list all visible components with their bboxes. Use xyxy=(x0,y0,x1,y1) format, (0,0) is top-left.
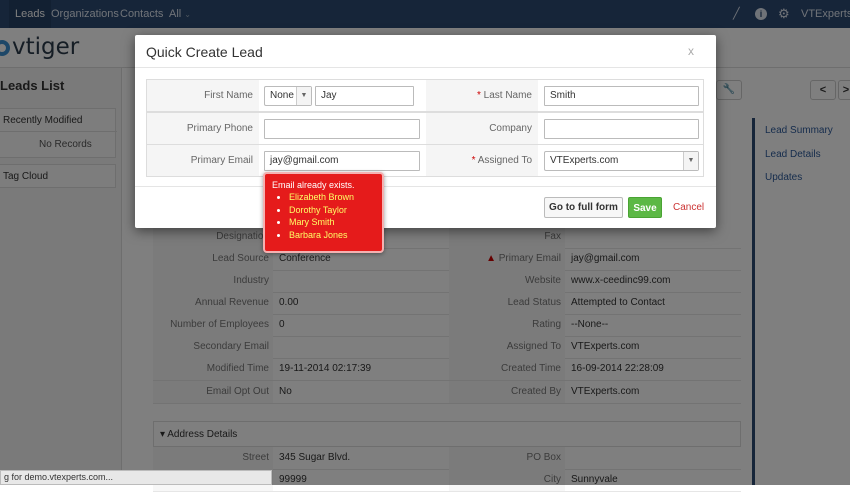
first-name-input[interactable]: Jay xyxy=(315,86,414,106)
primary-phone-input[interactable] xyxy=(264,119,420,139)
go-to-full-form-button[interactable]: Go to full form xyxy=(544,197,623,218)
primary-phone-label: Primary Phone xyxy=(147,113,259,144)
duplicate-lead-link[interactable]: Barbara Jones xyxy=(289,229,354,242)
duplicate-lead-link[interactable]: Dorothy Taylor xyxy=(289,204,354,217)
assigned-to-select[interactable]: VTExperts.com ▼ xyxy=(544,151,699,171)
divider xyxy=(135,67,716,68)
company-label: Company xyxy=(426,113,538,144)
first-name-cell: None ▼ Jay xyxy=(259,80,426,111)
duplicate-lead-link[interactable]: Mary Smith xyxy=(289,216,354,229)
primary-email-label: Primary Email xyxy=(147,145,259,176)
form-row: First Name None ▼ Jay * Last Name Smith xyxy=(146,79,704,112)
form-row: Primary Email jay@gmail.com * Assigned T… xyxy=(146,144,704,177)
salutation-select[interactable]: None ▼ xyxy=(264,86,312,106)
last-name-cell: Smith xyxy=(538,80,703,111)
last-name-input[interactable]: Smith xyxy=(544,86,699,106)
divider xyxy=(135,186,716,187)
browser-status-bar: g for demo.vtexperts.com... xyxy=(0,470,272,485)
cancel-link[interactable]: Cancel xyxy=(673,202,704,213)
popover-title: Email already exists. xyxy=(272,180,355,190)
chevron-down-icon: ▼ xyxy=(296,87,311,105)
dialog-title: Quick Create Lead xyxy=(146,44,263,60)
quick-create-lead-dialog: Quick Create Lead x First Name None ▼ Ja… xyxy=(135,35,716,228)
primary-phone-cell xyxy=(259,113,426,144)
company-input[interactable] xyxy=(544,119,699,139)
duplicate-lead-link[interactable]: Elizabeth Brown xyxy=(289,191,354,204)
last-name-label: * Last Name xyxy=(426,80,538,111)
close-icon[interactable]: x xyxy=(688,44,694,58)
company-cell xyxy=(538,113,703,144)
first-name-label: First Name xyxy=(147,80,259,111)
form-row: Primary Phone Company xyxy=(146,112,704,145)
assigned-to-label: * Assigned To xyxy=(426,145,538,176)
assigned-to-cell: VTExperts.com ▼ xyxy=(538,145,703,176)
duplicate-email-popover: Email already exists. Elizabeth Brown Do… xyxy=(263,172,384,253)
primary-email-input[interactable]: jay@gmail.com xyxy=(264,151,420,171)
save-button[interactable]: Save xyxy=(628,197,662,218)
chevron-down-icon: ▼ xyxy=(683,152,698,170)
duplicate-list: Elizabeth Brown Dorothy Taylor Mary Smit… xyxy=(265,191,354,241)
